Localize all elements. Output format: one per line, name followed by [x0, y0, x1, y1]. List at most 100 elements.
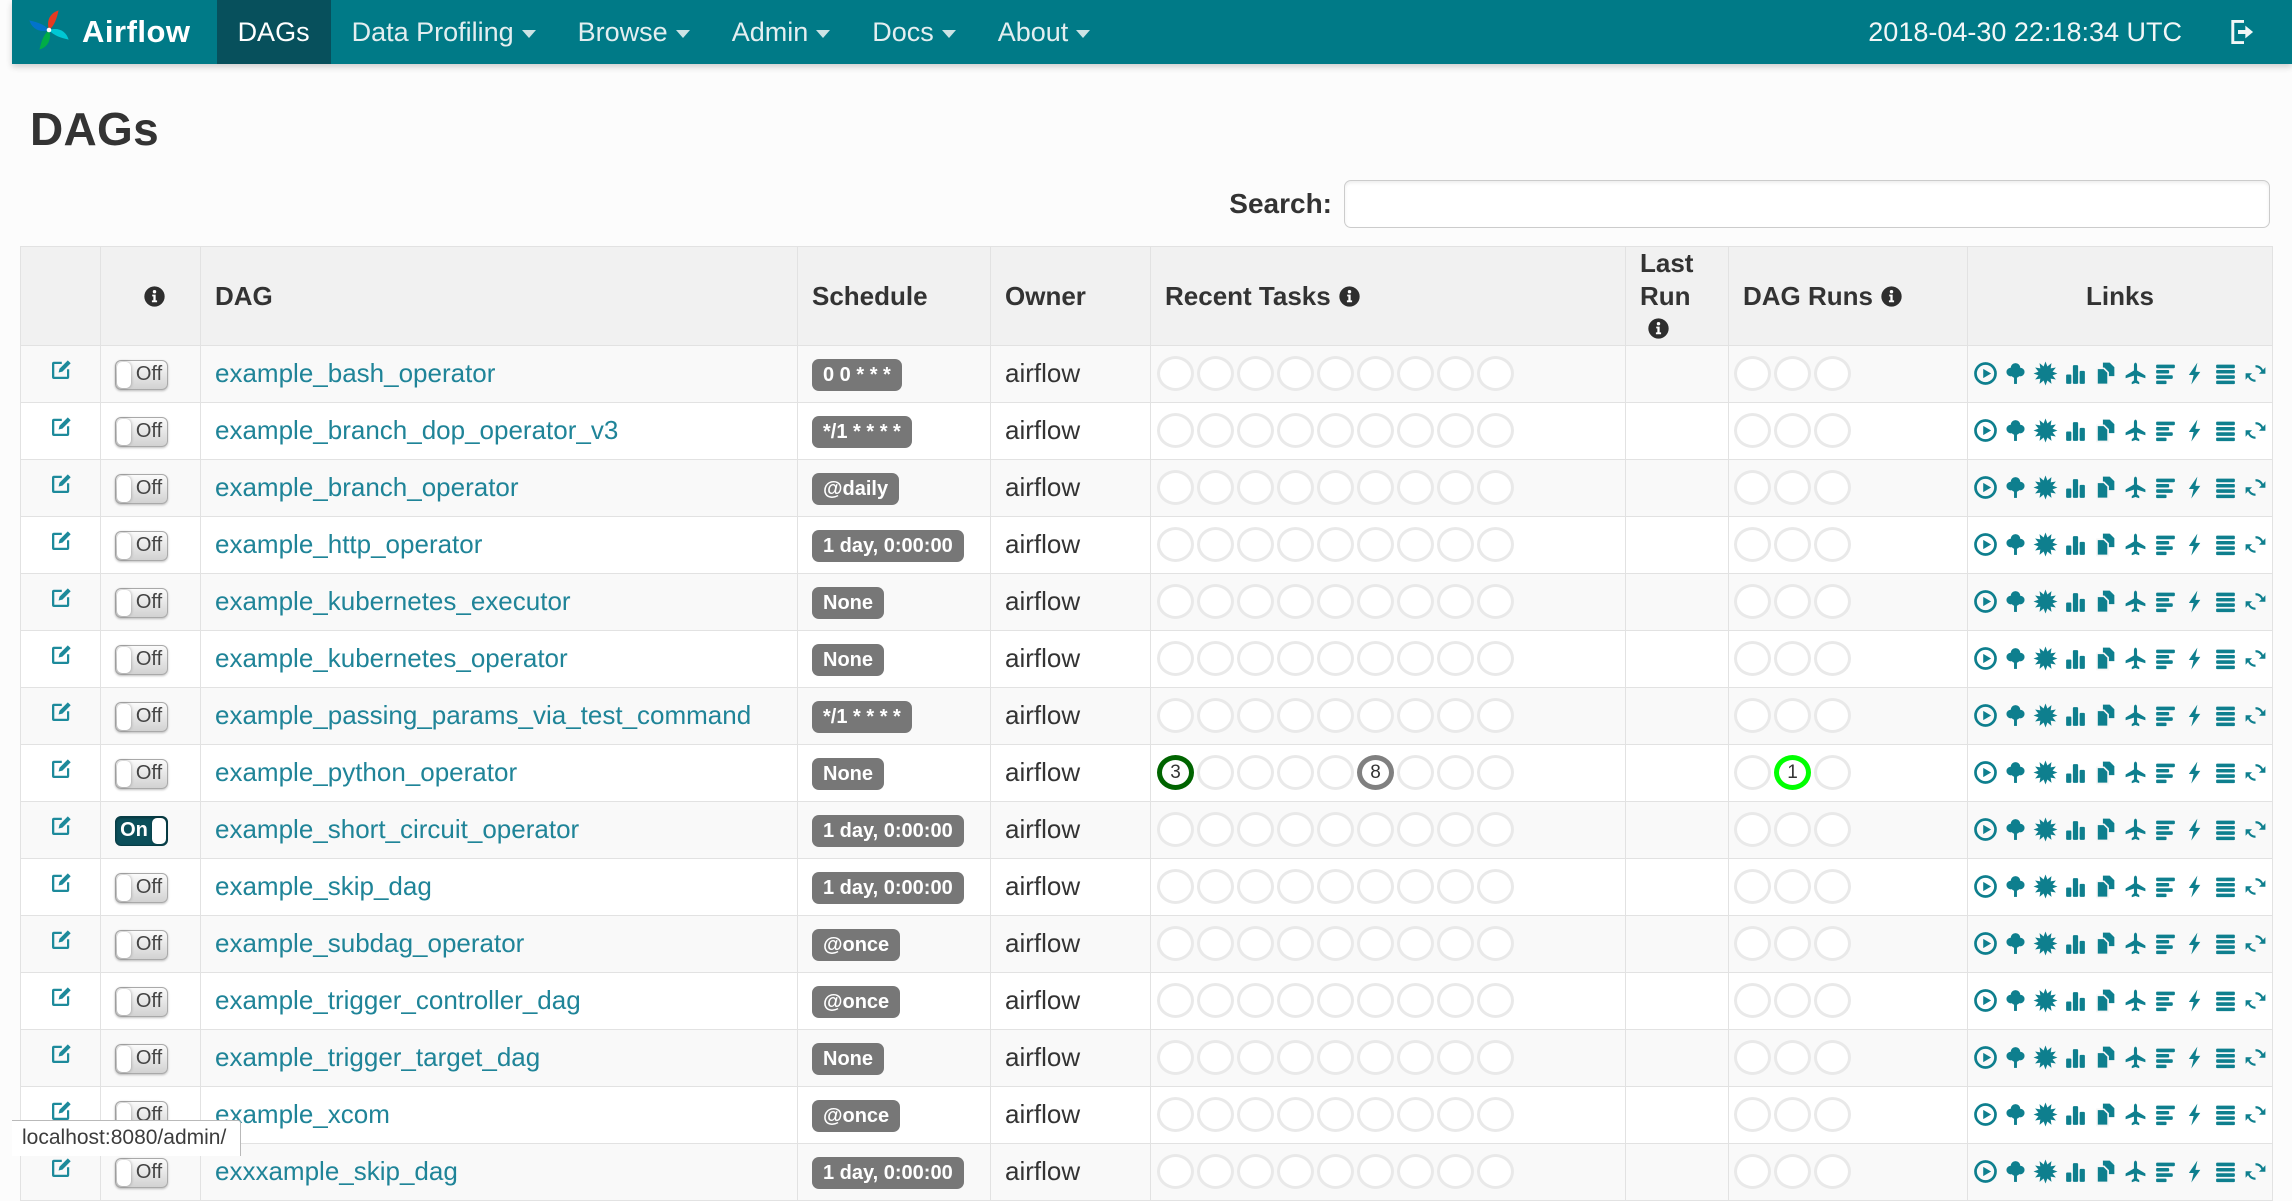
play-circle-icon[interactable]: [1973, 532, 1998, 557]
task-state-circle[interactable]: [1397, 1097, 1434, 1132]
justify-lines-icon[interactable]: [2213, 760, 2238, 785]
dag-run-circle[interactable]: [1814, 869, 1851, 904]
task-state-circle[interactable]: [1437, 413, 1474, 448]
task-state-circle[interactable]: [1157, 641, 1194, 676]
dag-link[interactable]: example_subdag_operator: [215, 928, 524, 958]
tree-icon[interactable]: [2003, 931, 2028, 956]
task-state-circle[interactable]: [1317, 926, 1354, 961]
plane-icon[interactable]: [2123, 418, 2148, 443]
plane-icon[interactable]: [2123, 1102, 2148, 1127]
refresh-icon[interactable]: [2243, 760, 2268, 785]
play-circle-icon[interactable]: [1973, 1045, 1998, 1070]
gantt-bars-icon[interactable]: [2153, 1159, 2178, 1184]
edit-dag-icon[interactable]: [49, 643, 73, 667]
nav-item-dags[interactable]: DAGs: [217, 0, 331, 64]
bar-chart-icon[interactable]: [2063, 589, 2088, 614]
task-state-circle[interactable]: [1237, 983, 1274, 1018]
edit-dag-icon[interactable]: [49, 757, 73, 781]
copy-pages-icon[interactable]: [2093, 931, 2118, 956]
task-state-circle[interactable]: [1437, 356, 1474, 391]
dag-pause-toggle[interactable]: Off: [115, 360, 168, 390]
dag-run-circle[interactable]: [1814, 1154, 1851, 1189]
task-state-circle[interactable]: [1477, 413, 1514, 448]
copy-pages-icon[interactable]: [2093, 1045, 2118, 1070]
refresh-icon[interactable]: [2243, 1102, 2268, 1127]
edit-dag-icon[interactable]: [49, 358, 73, 382]
dag-run-circle[interactable]: [1774, 356, 1811, 391]
play-circle-icon[interactable]: [1973, 361, 1998, 386]
nav-item-data-profiling[interactable]: Data Profiling: [331, 0, 557, 64]
gantt-bars-icon[interactable]: [2153, 817, 2178, 842]
task-state-circle[interactable]: [1237, 641, 1274, 676]
task-state-circle[interactable]: [1477, 641, 1514, 676]
dag-run-circle[interactable]: [1734, 1040, 1771, 1075]
edit-dag-icon[interactable]: [49, 529, 73, 553]
task-state-circle[interactable]: [1397, 641, 1434, 676]
refresh-icon[interactable]: [2243, 988, 2268, 1013]
task-state-circle[interactable]: [1397, 413, 1434, 448]
task-state-circle[interactable]: [1277, 641, 1314, 676]
dag-link[interactable]: example_python_operator: [215, 757, 517, 787]
refresh-icon[interactable]: [2243, 931, 2268, 956]
dag-link[interactable]: example_branch_operator: [215, 472, 519, 502]
plane-icon[interactable]: [2123, 1045, 2148, 1070]
tree-icon[interactable]: [2003, 988, 2028, 1013]
schedule-badge[interactable]: 1 day, 0:00:00: [812, 1157, 964, 1189]
task-state-circle[interactable]: [1477, 1097, 1514, 1132]
info-icon[interactable]: [143, 283, 166, 306]
sunburst-icon[interactable]: [2033, 532, 2058, 557]
refresh-icon[interactable]: [2243, 1159, 2268, 1184]
task-state-circle[interactable]: [1357, 869, 1394, 904]
sunburst-icon[interactable]: [2033, 703, 2058, 728]
dag-link[interactable]: example_short_circuit_operator: [215, 814, 579, 844]
dag-run-circle[interactable]: [1774, 869, 1811, 904]
dag-run-circle[interactable]: [1734, 470, 1771, 505]
justify-lines-icon[interactable]: [2213, 703, 2238, 728]
search-input[interactable]: [1344, 180, 2270, 228]
task-state-circle[interactable]: [1237, 356, 1274, 391]
schedule-badge[interactable]: 0 0 * * *: [812, 359, 902, 391]
task-state-circle[interactable]: [1157, 470, 1194, 505]
gantt-bars-icon[interactable]: [2153, 988, 2178, 1013]
edit-dag-icon[interactable]: [49, 814, 73, 838]
bar-chart-icon[interactable]: [2063, 817, 2088, 842]
dag-run-circle[interactable]: [1774, 470, 1811, 505]
dag-link[interactable]: example_skip_dag: [215, 871, 432, 901]
justify-lines-icon[interactable]: [2213, 931, 2238, 956]
task-state-circle[interactable]: [1237, 470, 1274, 505]
nav-item-about[interactable]: About: [977, 0, 1112, 64]
tree-icon[interactable]: [2003, 475, 2028, 500]
task-state-circle[interactable]: [1477, 1154, 1514, 1189]
task-state-circle[interactable]: [1277, 812, 1314, 847]
task-state-circle[interactable]: [1357, 413, 1394, 448]
dag-run-circle[interactable]: [1734, 698, 1771, 733]
bolt-icon[interactable]: [2183, 1045, 2208, 1070]
task-state-circle[interactable]: [1237, 1097, 1274, 1132]
task-state-circle[interactable]: 3: [1157, 755, 1194, 790]
task-state-circle[interactable]: [1397, 698, 1434, 733]
dag-link[interactable]: example_trigger_controller_dag: [215, 985, 581, 1015]
task-state-circle[interactable]: [1237, 869, 1274, 904]
sunburst-icon[interactable]: [2033, 361, 2058, 386]
bar-chart-icon[interactable]: [2063, 931, 2088, 956]
task-state-circle[interactable]: [1437, 698, 1474, 733]
dag-pause-toggle[interactable]: Off: [115, 930, 168, 960]
edit-dag-icon[interactable]: [49, 415, 73, 439]
task-state-circle[interactable]: [1397, 869, 1434, 904]
edit-dag-icon[interactable]: [49, 700, 73, 724]
gantt-bars-icon[interactable]: [2153, 1045, 2178, 1070]
bolt-icon[interactable]: [2183, 646, 2208, 671]
dag-run-circle[interactable]: [1774, 641, 1811, 676]
edit-dag-icon[interactable]: [49, 928, 73, 952]
bolt-icon[interactable]: [2183, 418, 2208, 443]
tree-icon[interactable]: [2003, 760, 2028, 785]
task-state-circle[interactable]: [1397, 527, 1434, 562]
sign-out-icon[interactable]: [2226, 16, 2258, 48]
task-state-circle[interactable]: [1157, 983, 1194, 1018]
gantt-bars-icon[interactable]: [2153, 646, 2178, 671]
plane-icon[interactable]: [2123, 703, 2148, 728]
dag-pause-toggle[interactable]: Off: [115, 417, 168, 447]
bolt-icon[interactable]: [2183, 589, 2208, 614]
task-state-circle[interactable]: [1357, 698, 1394, 733]
task-state-circle[interactable]: [1197, 527, 1234, 562]
